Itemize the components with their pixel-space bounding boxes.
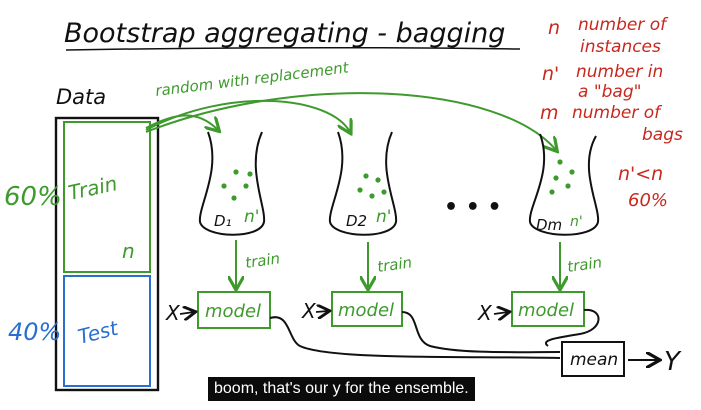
data-column	[54, 116, 160, 392]
legend-m-symbol: m	[540, 102, 559, 124]
sample-arrow-bag-2	[145, 99, 350, 132]
train-arrow-2-label: train	[376, 253, 413, 276]
test-label: Test	[75, 316, 121, 349]
legend-nprime-text: number in	[576, 62, 663, 82]
train-arrow-1-label: train	[244, 249, 281, 272]
model-2-input-arrow	[315, 311, 328, 312]
train-percent: 60%	[4, 182, 62, 212]
bag-m-size: n'	[570, 214, 583, 230]
model-2-label: model	[338, 300, 394, 321]
bag-1: D₁ n'	[198, 131, 266, 236]
bag-2-name: D2	[346, 212, 367, 230]
model-1-input-arrow	[179, 312, 194, 314]
diagram-title: Bootstrap aggregating - bagging	[64, 18, 505, 49]
train-label: Train	[66, 171, 119, 205]
mean-label: mean	[570, 350, 618, 370]
legend-n-text: number of	[578, 15, 669, 35]
train-size-n: n	[122, 239, 135, 263]
bag-1-name: D₁	[214, 212, 232, 230]
legend-nprime-symbol: n'	[542, 63, 559, 85]
bag-1-size: n'	[244, 207, 259, 227]
bag-2-size: n'	[376, 207, 391, 227]
model-m-input: X	[477, 301, 493, 325]
test-percent: 40%	[8, 318, 61, 346]
video-caption: boom, that's our y for the ensemble.	[208, 377, 475, 401]
data-label: Data	[56, 85, 106, 109]
legend-nprime-text2: a "bag"	[578, 82, 641, 102]
model-1-input: X	[165, 301, 181, 325]
legend: n number of instances n' number in a "ba…	[540, 15, 683, 145]
bag-m-name: Dm	[536, 216, 562, 234]
bags-ellipsis: • • •	[444, 195, 502, 220]
model-m-input-arrow	[493, 312, 508, 314]
bag-m: Dm n'	[528, 133, 600, 236]
train-arrow-m-label: train	[566, 253, 603, 276]
model-1-label: model	[205, 301, 261, 322]
constraint-percent: 60%	[628, 190, 668, 211]
legend-n-text2: instances	[580, 37, 661, 57]
model-2-input: X	[301, 299, 317, 323]
legend-n-symbol: n	[548, 17, 560, 39]
legend-m-text: number of	[572, 103, 663, 123]
model-m-label: model	[518, 300, 574, 321]
whiteboard-diagram: Bootstrap aggregating - bagging n number…	[4, 15, 683, 392]
bag-2: D2 n'	[328, 131, 398, 236]
legend-m-text2: bags	[642, 125, 683, 145]
constraint-n-prime-less-n: n'<n	[618, 163, 663, 185]
ensemble-output-y: Y	[664, 347, 682, 377]
